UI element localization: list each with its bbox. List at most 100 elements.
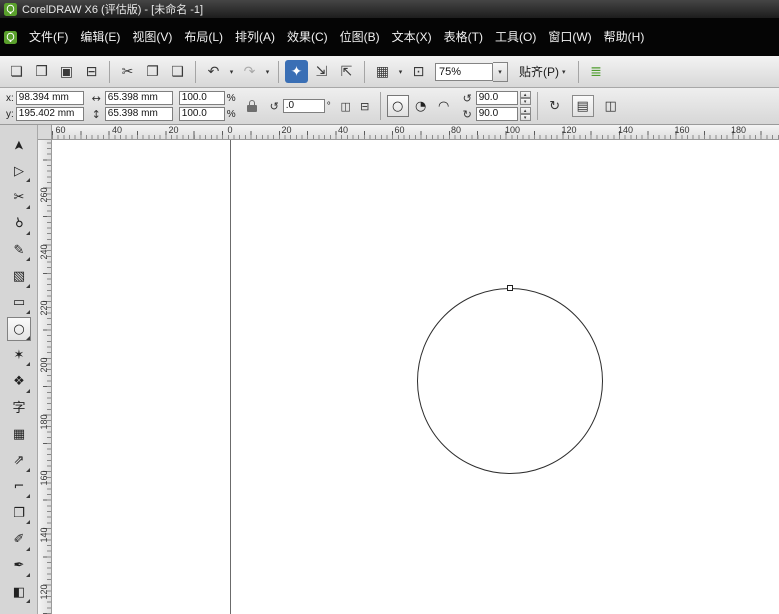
- search-content-button[interactable]: ✦: [285, 60, 308, 83]
- fill-icon: ◧: [13, 586, 25, 599]
- zoom-tool[interactable]: ☌: [7, 212, 31, 236]
- h-ruler-label: 60: [394, 125, 404, 135]
- print-button[interactable]: ⊟: [80, 60, 103, 83]
- eyedropper-tool[interactable]: ✐: [7, 528, 31, 552]
- vertical-ruler[interactable]: 260240220200180160140120: [38, 140, 52, 614]
- object-height-input[interactable]: 65.398 mm: [105, 107, 173, 121]
- dimension-tool[interactable]: ⇗: [7, 449, 31, 473]
- app-launcher-dropdown[interactable]: ▾: [396, 68, 405, 76]
- app-launcher-icon: ▦: [376, 65, 389, 79]
- undo-button[interactable]: ↶: [202, 60, 225, 83]
- fill-tool[interactable]: ◧: [7, 580, 31, 604]
- app-launcher-button[interactable]: ▦: [371, 60, 394, 83]
- polygon-tool-flyout: [26, 362, 30, 366]
- menu-file[interactable]: 文件(F): [23, 26, 74, 48]
- paste-button[interactable]: ❑: [166, 60, 189, 83]
- outline-width-button[interactable]: ◫: [600, 95, 622, 117]
- dimension-tool-flyout: [26, 468, 30, 472]
- options-button[interactable]: ≣: [585, 60, 608, 83]
- menu-arrange[interactable]: 排列(A): [229, 26, 281, 48]
- connector-tool[interactable]: ⌐: [7, 475, 31, 499]
- app-icon[interactable]: [4, 3, 17, 16]
- start-angle-up[interactable]: ▴: [520, 91, 531, 98]
- rotation-angle-input[interactable]: .0: [283, 99, 325, 113]
- cut-button[interactable]: ✂: [116, 60, 139, 83]
- basic-shapes-tool[interactable]: ❖: [7, 370, 31, 394]
- title-bar[interactable]: CorelDRAW X6 (评估版) - [未命名 -1]: [0, 0, 779, 18]
- object-width-input[interactable]: 65.398 mm: [105, 91, 173, 105]
- import-button[interactable]: ⇲: [310, 60, 333, 83]
- shape-tool[interactable]: ▷: [7, 159, 31, 183]
- menu-window[interactable]: 窗口(W): [542, 26, 597, 48]
- y-label: y:: [6, 109, 14, 120]
- menu-bitmaps[interactable]: 位图(B): [334, 26, 386, 48]
- snap-to-button[interactable]: 贴齐(P)▾: [513, 61, 572, 83]
- menu-help[interactable]: 帮助(H): [598, 26, 651, 48]
- table-tool[interactable]: ▦: [7, 422, 31, 446]
- menu-tools[interactable]: 工具(O): [489, 26, 542, 48]
- h-ruler-label: 80: [451, 125, 461, 135]
- welcome-screen-icon: ⊡: [413, 65, 425, 79]
- scale-y-input[interactable]: 100.0: [179, 107, 225, 121]
- menu-view[interactable]: 视图(V): [126, 26, 178, 48]
- freehand-tool[interactable]: ✎: [7, 238, 31, 262]
- zoom-level-value[interactable]: 75%: [435, 63, 493, 81]
- change-direction-button[interactable]: ↻: [544, 95, 566, 117]
- mirror-vertical-button[interactable]: ⊟: [356, 97, 374, 115]
- end-angle-up[interactable]: ▴: [520, 107, 531, 114]
- save-button[interactable]: ▣: [55, 60, 78, 83]
- end-angle-down[interactable]: ▾: [520, 114, 531, 121]
- canvas[interactable]: [52, 140, 779, 614]
- menu-edit[interactable]: 编辑(E): [74, 26, 126, 48]
- redo-icon: ↷: [244, 65, 256, 79]
- welcome-screen-button[interactable]: ⊡: [407, 60, 430, 83]
- end-angle-input[interactable]: 90.0: [476, 107, 518, 121]
- undo-dropdown[interactable]: ▾: [227, 68, 236, 76]
- pie-mode-button[interactable]: ◔: [410, 95, 432, 117]
- text-wrap-button[interactable]: ▤: [572, 95, 594, 117]
- rotation-field: ↺ .0 °: [268, 99, 331, 113]
- open-button[interactable]: ❒: [30, 60, 53, 83]
- ellipse-mode-icon: ○: [392, 99, 403, 114]
- redo-dropdown[interactable]: ▾: [263, 68, 272, 76]
- zoom-level-dropdown[interactable]: ▾: [493, 62, 508, 82]
- scale-x-input[interactable]: 100.0: [179, 91, 225, 105]
- rectangle-tool[interactable]: ▭: [7, 291, 31, 315]
- copy-button[interactable]: ❐: [141, 60, 164, 83]
- new-button[interactable]: ❏: [5, 60, 28, 83]
- position-fields: x: 98.394 mm y: 195.402 mm: [6, 91, 84, 121]
- y-position-input[interactable]: 195.402 mm: [16, 107, 84, 121]
- start-angle-input[interactable]: 90.0: [476, 91, 518, 105]
- blend-tool-flyout: [26, 520, 30, 524]
- menu-text[interactable]: 文本(X): [386, 26, 438, 48]
- ellipse-tool[interactable]: ○: [7, 317, 31, 341]
- smart-fill-tool[interactable]: ▧: [7, 265, 31, 289]
- ellipse-object[interactable]: [417, 288, 603, 474]
- pick-tool[interactable]: ➤: [7, 133, 31, 157]
- ruler-corner[interactable]: [38, 125, 52, 140]
- v-ruler-label: 160: [39, 468, 49, 488]
- text-tool[interactable]: 字: [7, 396, 31, 420]
- horizontal-ruler[interactable]: 604020020406080100120140160180: [52, 125, 779, 140]
- outline-pen-tool[interactable]: ✒: [7, 554, 31, 578]
- lock-ratio-button[interactable]: [242, 95, 262, 117]
- start-angle-down[interactable]: ▾: [520, 98, 531, 105]
- blend-tool[interactable]: ❐: [7, 501, 31, 525]
- ellipse-node[interactable]: [507, 285, 513, 291]
- menu-layout[interactable]: 布局(L): [178, 26, 229, 48]
- pick-icon: ➤: [13, 140, 26, 151]
- ellipse-mode-button[interactable]: ○: [387, 95, 409, 117]
- menu-table[interactable]: 表格(T): [438, 26, 489, 48]
- arc-mode-button[interactable]: ◠: [433, 95, 455, 117]
- object-width-icon: ↔: [90, 93, 103, 104]
- h-ruler-label: 160: [674, 125, 689, 135]
- polygon-tool[interactable]: ✶: [7, 343, 31, 367]
- document-icon[interactable]: [4, 31, 17, 44]
- text-wrap-icon: ▤: [577, 99, 589, 114]
- export-button[interactable]: ⇱: [335, 60, 358, 83]
- mirror-horizontal-button[interactable]: ◫: [337, 97, 355, 115]
- crop-tool[interactable]: ✂: [7, 186, 31, 210]
- mirror-vertical-icon: ⊟: [360, 100, 369, 113]
- x-position-input[interactable]: 98.394 mm: [16, 91, 84, 105]
- menu-effects[interactable]: 效果(C): [281, 26, 334, 48]
